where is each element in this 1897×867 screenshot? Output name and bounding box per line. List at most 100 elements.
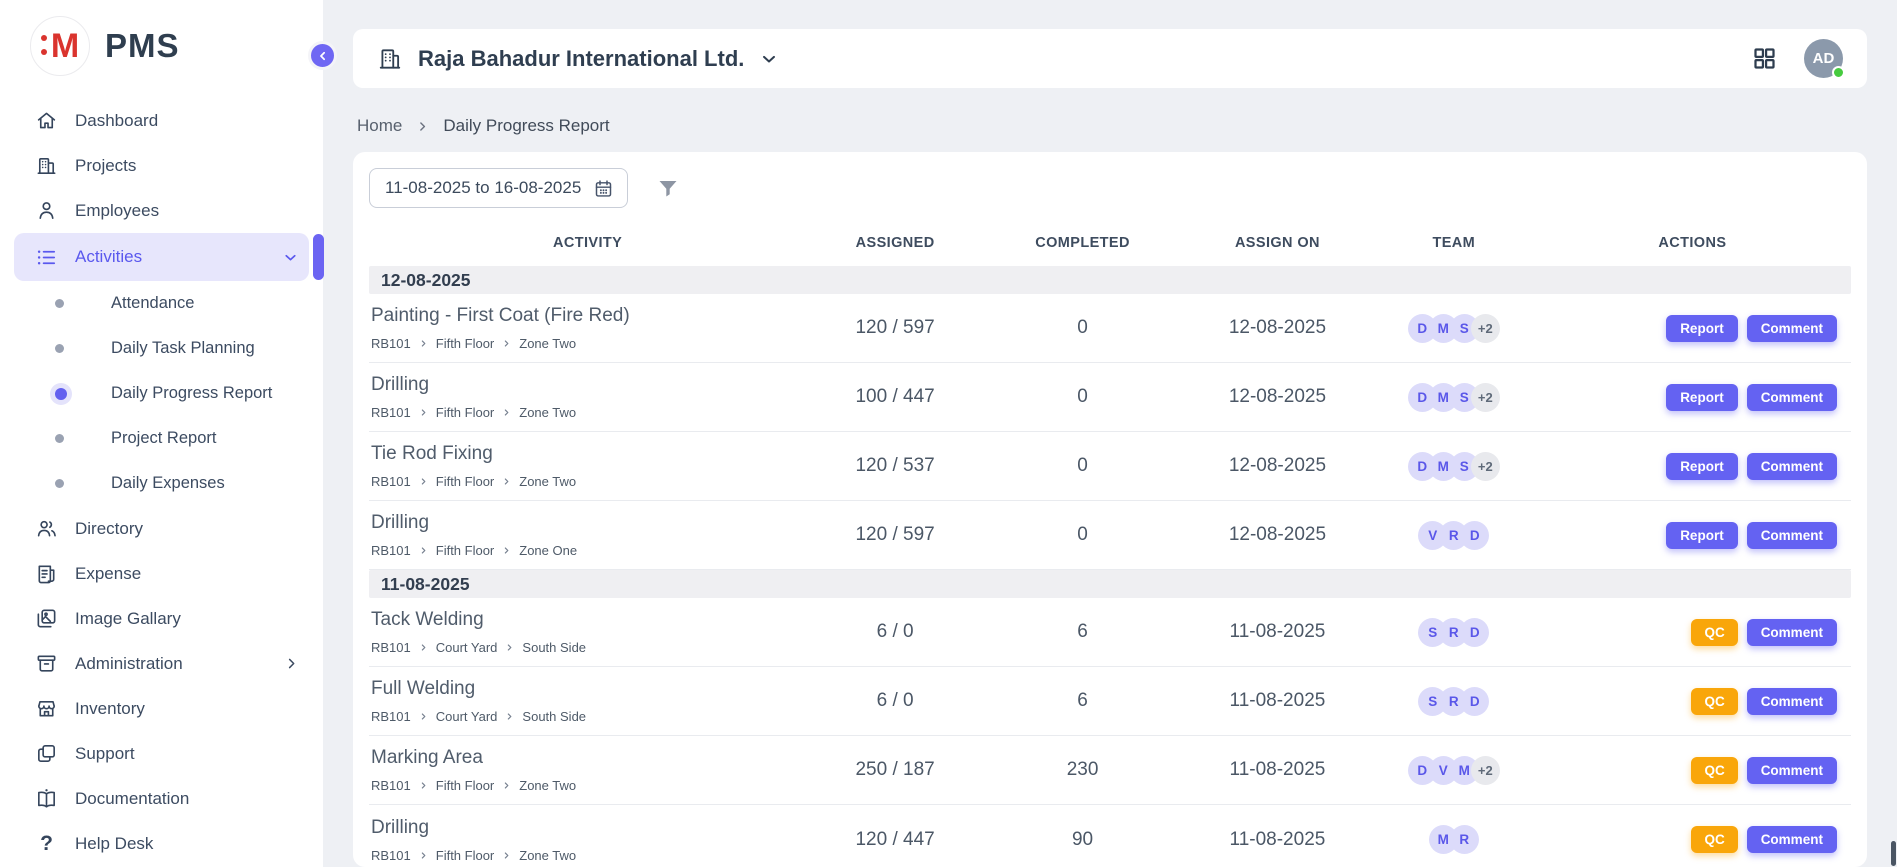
sidebar-item-administration[interactable]: Administration xyxy=(14,641,309,686)
sidebar-item-help-desk[interactable]: ? Help Desk xyxy=(14,821,309,866)
sidebar-subitem-daily-progress-report[interactable]: Daily Progress Report xyxy=(14,371,309,416)
assign-on-value: 11-08-2025 xyxy=(1181,829,1374,851)
sidebar-item-documentation[interactable]: Documentation xyxy=(14,776,309,821)
apps-grid-icon[interactable] xyxy=(1751,45,1778,72)
sidebar-item-activities[interactable]: Activities xyxy=(14,233,309,281)
sidebar-item-label: Dashboard xyxy=(75,111,158,131)
qc-button[interactable]: QC xyxy=(1691,619,1737,646)
chevron-right-icon xyxy=(419,408,428,417)
chevron-right-icon xyxy=(419,712,428,721)
breadcrumb-current: Daily Progress Report xyxy=(443,116,609,136)
breadcrumb: Home Daily Progress Report xyxy=(357,116,610,136)
team-more-badge[interactable]: +2 xyxy=(1471,383,1500,412)
comment-button[interactable]: Comment xyxy=(1747,315,1837,342)
activity-title: Drilling xyxy=(371,817,806,839)
sidebar: M PMS Dashboard Projects Employees Activ… xyxy=(0,0,323,867)
comment-button[interactable]: Comment xyxy=(1747,688,1837,715)
question-mark-icon: ? xyxy=(35,832,58,856)
team-member-avatar[interactable]: D xyxy=(1460,618,1489,647)
chevron-right-icon xyxy=(419,781,428,790)
qc-button[interactable]: QC xyxy=(1691,688,1737,715)
receipt-icon xyxy=(35,562,58,585)
sidebar-subitem-project-report[interactable]: Project Report xyxy=(14,416,309,461)
comment-button[interactable]: Comment xyxy=(1747,384,1837,411)
sidebar-item-label: Inventory xyxy=(75,699,145,719)
team-more-badge[interactable]: +2 xyxy=(1471,452,1500,481)
activity-location-path: RB101 Court Yard South Side xyxy=(371,709,806,724)
comment-button[interactable]: Comment xyxy=(1747,522,1837,549)
filter-funnel-icon[interactable] xyxy=(656,176,680,200)
completed-value: 0 xyxy=(984,386,1181,408)
sidebar-item-inventory[interactable]: Inventory xyxy=(14,686,309,731)
table-row: Full Welding RB101 Court Yard South Side… xyxy=(369,667,1851,736)
sidebar-item-label: Support xyxy=(75,744,135,764)
team-member-avatar[interactable]: D xyxy=(1460,687,1489,716)
assigned-value: 250 / 187 xyxy=(806,759,984,781)
comment-button[interactable]: Comment xyxy=(1747,453,1837,480)
sidebar-item-employees[interactable]: Employees xyxy=(14,188,309,233)
sidebar-item-directory[interactable]: Directory xyxy=(14,506,309,551)
table-row: Drilling RB101 Fifth Floor Zone Two 100 … xyxy=(369,363,1851,432)
activity-location-path: RB101 Fifth Floor Zone Two xyxy=(371,336,806,351)
assigned-value: 120 / 537 xyxy=(806,455,984,477)
bullet-icon xyxy=(55,344,64,353)
date-group-header: 12-08-2025 xyxy=(369,266,1851,294)
sidebar-subitem-daily-expenses[interactable]: Daily Expenses xyxy=(14,461,309,506)
table-row: Tack Welding RB101 Court Yard South Side… xyxy=(369,598,1851,667)
chevron-right-icon xyxy=(502,781,511,790)
team-member-avatar[interactable]: R xyxy=(1450,825,1479,854)
report-button[interactable]: Report xyxy=(1666,384,1738,411)
sidebar-item-label: Employees xyxy=(75,201,159,221)
activity-title: Painting - First Coat (Fire Red) xyxy=(371,305,806,327)
sidebar-nav: Dashboard Projects Employees Activities … xyxy=(0,92,323,866)
assigned-value: 6 / 0 xyxy=(806,690,984,712)
scrollbar-thumb[interactable] xyxy=(1891,841,1896,866)
comment-button[interactable]: Comment xyxy=(1747,619,1837,646)
assign-on-value: 12-08-2025 xyxy=(1181,455,1374,477)
user-avatar[interactable]: AD xyxy=(1804,39,1843,78)
qc-button[interactable]: QC xyxy=(1691,826,1737,853)
team-more-badge[interactable]: +2 xyxy=(1471,756,1500,785)
completed-value: 0 xyxy=(984,524,1181,546)
report-button[interactable]: Report xyxy=(1666,522,1738,549)
building-icon xyxy=(35,154,58,177)
assigned-value: 120 / 447 xyxy=(806,829,984,851)
column-header-team: TEAM xyxy=(1374,235,1534,251)
sidebar-subitem-daily-task-planning[interactable]: Daily Task Planning xyxy=(14,326,309,371)
date-range-value: 11-08-2025 to 16-08-2025 xyxy=(385,178,581,198)
chevron-right-icon xyxy=(416,120,429,133)
breadcrumb-home[interactable]: Home xyxy=(357,116,402,136)
chevron-right-icon xyxy=(419,339,428,348)
bullet-icon xyxy=(55,434,64,443)
app-logo: M PMS xyxy=(0,0,323,92)
column-header-assigned: ASSIGNED xyxy=(806,235,984,251)
team-member-avatar[interactable]: D xyxy=(1460,521,1489,550)
sidebar-subitem-attendance[interactable]: Attendance xyxy=(14,281,309,326)
sidebar-collapse-button[interactable] xyxy=(308,41,337,70)
report-button[interactable]: Report xyxy=(1666,453,1738,480)
report-button[interactable]: Report xyxy=(1666,315,1738,342)
team-more-badge[interactable]: +2 xyxy=(1471,314,1500,343)
table-row: Tie Rod Fixing RB101 Fifth Floor Zone Tw… xyxy=(369,432,1851,501)
sidebar-item-projects[interactable]: Projects xyxy=(14,143,309,188)
sidebar-item-expense[interactable]: Expense xyxy=(14,551,309,596)
assigned-value: 100 / 447 xyxy=(806,386,984,408)
chevron-down-icon xyxy=(759,49,779,69)
completed-value: 90 xyxy=(984,829,1181,851)
qc-button[interactable]: QC xyxy=(1691,757,1737,784)
activity-location-path: RB101 Fifth Floor Zone One xyxy=(371,543,806,558)
company-selector[interactable]: Raja Bahadur International Ltd. xyxy=(377,46,779,72)
activity-location-path: RB101 Court Yard South Side xyxy=(371,640,806,655)
comment-button[interactable]: Comment xyxy=(1747,826,1837,853)
sidebar-item-image-gallery[interactable]: Image Gallary xyxy=(14,596,309,641)
image-icon xyxy=(35,607,58,630)
people-icon xyxy=(35,517,58,540)
sidebar-item-label: Projects xyxy=(75,156,136,176)
date-range-input[interactable]: 11-08-2025 to 16-08-2025 xyxy=(369,168,628,208)
sidebar-item-support[interactable]: Support xyxy=(14,731,309,776)
sidebar-item-dashboard[interactable]: Dashboard xyxy=(14,98,309,143)
comment-button[interactable]: Comment xyxy=(1747,757,1837,784)
table-row: Drilling RB101 Fifth Floor Zone One 120 … xyxy=(369,501,1851,570)
activity-location-path: RB101 Fifth Floor Zone Two xyxy=(371,405,806,420)
team-avatars: D M S +2 xyxy=(1374,452,1534,481)
